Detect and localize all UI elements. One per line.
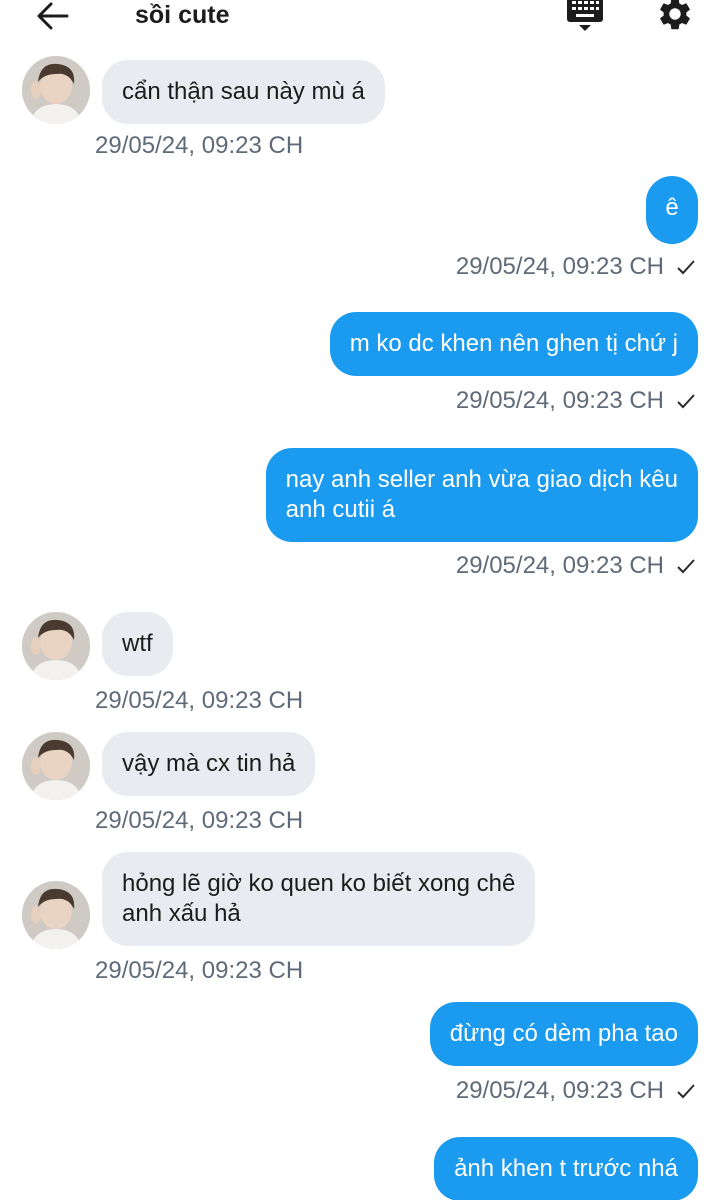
message-bubble-incoming[interactable]: hỏng lẽ giờ ko quen ko biết xong chê anh…	[102, 852, 536, 946]
chat-title: sồi cute	[135, 1, 230, 29]
message-timestamp: 29/05/24, 09:23 CH	[95, 687, 304, 714]
message-bubble-outgoing[interactable]: ảnh khen t trước nhá	[434, 1137, 698, 1200]
contact-avatar[interactable]	[22, 612, 90, 680]
sent-check-icon	[677, 394, 695, 409]
gear-icon	[660, 0, 690, 30]
message-timestamp: 29/05/24, 09:23 CH	[456, 386, 696, 416]
chat-header: sồi cute	[0, 0, 720, 40]
sent-check-icon	[677, 260, 695, 275]
contact-avatar[interactable]	[22, 56, 90, 124]
avatar-photo	[22, 612, 90, 680]
timestamp-text: 29/05/24, 09:23 CH	[455, 253, 664, 280]
avatar-photo	[22, 881, 90, 949]
back-button[interactable]	[30, 0, 74, 36]
avatar-photo	[22, 56, 90, 124]
keyboard-toggle-button[interactable]	[562, 0, 608, 38]
contact-avatar[interactable]	[22, 881, 90, 949]
message-bubble-incoming[interactable]: wtf	[102, 612, 173, 676]
sent-check-icon	[677, 1084, 695, 1099]
keyboard-icon	[567, 0, 603, 31]
message-thread[interactable]: cẩn thận sau này mù á 29/05/24, 09:23 CH…	[0, 0, 720, 1200]
message-timestamp: 29/05/24, 09:23 CH	[456, 551, 696, 581]
timestamp-text: 29/05/24, 09:23 CH	[455, 552, 664, 579]
message-timestamp: 29/05/24, 09:23 CH	[456, 1076, 696, 1106]
message-timestamp: 29/05/24, 09:23 CH	[95, 132, 304, 159]
message-bubble-outgoing[interactable]: m ko dc khen nên ghen tị chứ j	[329, 312, 698, 376]
message-bubble-outgoing[interactable]: đừng có dèm pha tao	[429, 1002, 698, 1066]
timestamp-text: 29/05/24, 09:23 CH	[455, 387, 664, 414]
message-bubble-outgoing[interactable]: ê	[646, 176, 698, 244]
timestamp-text: 29/05/24, 09:23 CH	[455, 1077, 664, 1104]
message-bubble-incoming[interactable]: cẩn thận sau này mù á	[102, 60, 385, 124]
message-bubble-incoming[interactable]: vậy mà cx tin hả	[102, 732, 316, 796]
contact-avatar[interactable]	[22, 732, 90, 800]
message-timestamp: 29/05/24, 09:23 CH	[95, 957, 304, 984]
settings-button[interactable]	[653, 0, 697, 36]
avatar-photo	[22, 732, 90, 800]
message-timestamp: 29/05/24, 09:23 CH	[456, 252, 696, 282]
sent-check-icon	[677, 559, 695, 574]
arrow-left-icon	[37, 2, 69, 30]
message-timestamp: 29/05/24, 09:23 CH	[95, 807, 304, 834]
message-bubble-outgoing[interactable]: nay anh seller anh vừa giao dịch kêu anh…	[265, 448, 698, 542]
